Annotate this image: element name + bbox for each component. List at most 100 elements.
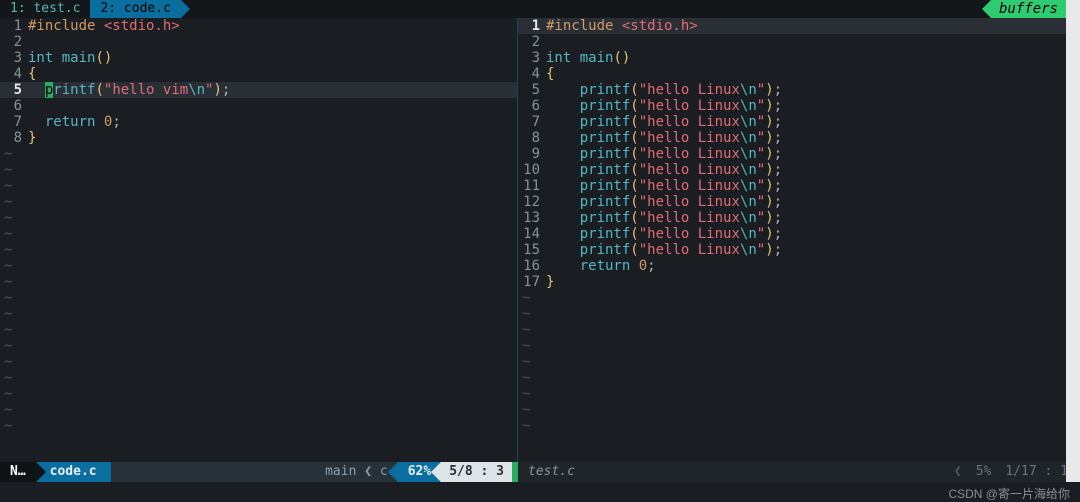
code-line[interactable]: 6 printf("hello Linux\n");: [518, 98, 1080, 114]
code-line[interactable]: 3int main(): [518, 50, 1080, 66]
code-line[interactable]: 6: [0, 98, 517, 114]
line-content[interactable]: {: [546, 66, 554, 82]
tilde-icon: ~: [518, 338, 530, 354]
line-content[interactable]: printf("hello Linux\n");: [546, 82, 782, 98]
tilde-icon: ~: [0, 210, 12, 226]
code-line[interactable]: 7 printf("hello Linux\n");: [518, 114, 1080, 130]
line-content[interactable]: {: [28, 66, 36, 82]
line-content[interactable]: printf("hello Linux\n");: [546, 114, 782, 130]
empty-line: ~: [0, 226, 517, 242]
line-number: 11: [518, 178, 546, 194]
code-line[interactable]: 5 printf("hello vim\n");: [0, 82, 517, 98]
line-number: 8: [518, 130, 546, 146]
code-line[interactable]: 14 printf("hello Linux\n");: [518, 226, 1080, 242]
code-line[interactable]: 1#include <stdio.h>: [518, 18, 1080, 34]
code-line[interactable]: 10 printf("hello Linux\n");: [518, 162, 1080, 178]
code-line[interactable]: 7 return 0;: [0, 114, 517, 130]
tilde-icon: ~: [0, 194, 12, 210]
empty-line: ~: [0, 242, 517, 258]
empty-line: ~: [518, 354, 1080, 370]
empty-line: ~: [518, 322, 1080, 338]
code-line[interactable]: 2: [518, 34, 1080, 50]
tab-code-c[interactable]: 2: code.c: [90, 0, 180, 18]
code-line[interactable]: 15 printf("hello Linux\n");: [518, 242, 1080, 258]
status-inactive-filename: test.c: [518, 462, 585, 482]
code-line[interactable]: 4{: [518, 66, 1080, 82]
line-content[interactable]: int main(): [28, 50, 112, 66]
buffer-tabbar: 1: test.c 2: code.c buffers: [0, 0, 1080, 18]
empty-line: ~: [0, 258, 517, 274]
line-content[interactable]: printf("hello Linux\n");: [546, 162, 782, 178]
empty-line: ~: [0, 370, 517, 386]
code-line[interactable]: 9 printf("hello Linux\n");: [518, 146, 1080, 162]
empty-line: ~: [0, 322, 517, 338]
line-content[interactable]: return 0;: [546, 258, 656, 274]
line-number: 3: [518, 50, 546, 66]
code-line[interactable]: 3int main(): [0, 50, 517, 66]
tab-test-c[interactable]: 1: test.c: [0, 0, 90, 18]
status-filename: code.c: [36, 462, 111, 482]
code-area-right[interactable]: 1#include <stdio.h>23int main()4{5 print…: [518, 18, 1080, 462]
tilde-icon: ~: [518, 370, 530, 386]
line-content[interactable]: #include <stdio.h>: [28, 18, 180, 34]
code-line[interactable]: 4{: [0, 66, 517, 82]
editor-pane-left[interactable]: 1#include <stdio.h>23int main()4{5 print…: [0, 18, 518, 462]
tilde-icon: ~: [0, 274, 12, 290]
line-content[interactable]: int main(): [546, 50, 630, 66]
empty-line: ~: [0, 402, 517, 418]
code-line[interactable]: 5 printf("hello Linux\n");: [518, 82, 1080, 98]
empty-line: ~: [518, 306, 1080, 322]
empty-line: ~: [518, 370, 1080, 386]
empty-line: ~: [0, 418, 517, 434]
line-content[interactable]: printf("hello Linux\n");: [546, 242, 782, 258]
line-content[interactable]: return 0;: [28, 114, 121, 130]
line-number: 9: [518, 146, 546, 162]
line-number: 2: [518, 34, 546, 50]
line-content[interactable]: printf("hello Linux\n");: [546, 130, 782, 146]
code-area-left[interactable]: 1#include <stdio.h>23int main()4{5 print…: [0, 18, 517, 462]
code-line[interactable]: 8 printf("hello Linux\n");: [518, 130, 1080, 146]
line-content[interactable]: printf("hello vim\n");: [28, 82, 230, 98]
status-line: N… code.c main ❮ c 62% 5/8 : 3 test.c ❮ …: [0, 462, 1080, 482]
code-line[interactable]: 11 printf("hello Linux\n");: [518, 178, 1080, 194]
code-line[interactable]: 17}: [518, 274, 1080, 290]
line-number: 4: [518, 66, 546, 82]
status-right-pane: test.c ❮ 5% 1/17 : 1: [518, 462, 1080, 482]
tilde-icon: ~: [518, 418, 530, 434]
status-left-pane: N… code.c main ❮ c 62% 5/8 : 3: [0, 462, 518, 482]
tilde-icon: ~: [0, 162, 12, 178]
code-line[interactable]: 2: [0, 34, 517, 50]
empty-line: ~: [0, 274, 517, 290]
line-content[interactable]: printf("hello Linux\n");: [546, 226, 782, 242]
line-number: 7: [0, 114, 28, 130]
line-number: 13: [518, 210, 546, 226]
line-content[interactable]: }: [546, 274, 554, 290]
empty-line: ~: [0, 162, 517, 178]
tilde-icon: ~: [0, 338, 12, 354]
empty-line: ~: [518, 418, 1080, 434]
line-content[interactable]: printf("hello Linux\n");: [546, 178, 782, 194]
line-content[interactable]: }: [28, 130, 36, 146]
code-line[interactable]: 12 printf("hello Linux\n");: [518, 194, 1080, 210]
line-content[interactable]: printf("hello Linux\n");: [546, 98, 782, 114]
line-content[interactable]: printf("hello Linux\n");: [546, 210, 782, 226]
empty-line: ~: [0, 338, 517, 354]
editor-pane-right[interactable]: 1#include <stdio.h>23int main()4{5 print…: [518, 18, 1080, 462]
buffers-badge[interactable]: buffers: [991, 0, 1066, 18]
tilde-icon: ~: [518, 354, 530, 370]
scrollbar[interactable]: [1066, 0, 1080, 482]
line-content[interactable]: printf("hello Linux\n");: [546, 194, 782, 210]
code-line[interactable]: 1#include <stdio.h>: [0, 18, 517, 34]
tilde-icon: ~: [518, 322, 530, 338]
line-number: 4: [0, 66, 28, 82]
tilde-icon: ~: [0, 258, 12, 274]
tilde-icon: ~: [518, 306, 530, 322]
code-line[interactable]: 8}: [0, 130, 517, 146]
chevron-left-icon: ❮: [954, 462, 962, 482]
line-number: 1: [518, 18, 546, 34]
code-line[interactable]: 13 printf("hello Linux\n");: [518, 210, 1080, 226]
line-content[interactable]: printf("hello Linux\n");: [546, 146, 782, 162]
line-content[interactable]: #include <stdio.h>: [546, 18, 698, 34]
code-line[interactable]: 16 return 0;: [518, 258, 1080, 274]
empty-line: ~: [0, 386, 517, 402]
